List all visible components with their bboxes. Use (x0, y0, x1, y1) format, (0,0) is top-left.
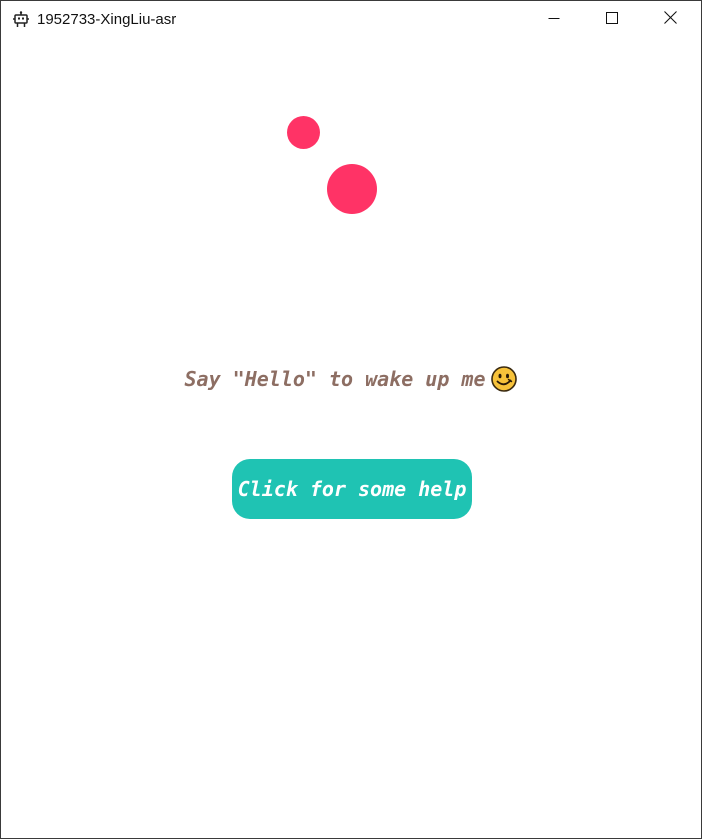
close-icon (663, 11, 677, 29)
minimize-icon (548, 11, 560, 29)
help-button[interactable]: Click for some help (232, 459, 472, 519)
maximize-icon (606, 11, 618, 29)
robot-icon (12, 11, 30, 29)
close-button[interactable] (641, 1, 699, 39)
animated-dot-small (287, 116, 320, 149)
app-window: 1952733-XingLiu-asr Say "Hello" to wake … (0, 0, 702, 839)
maximize-button[interactable] (583, 1, 641, 39)
animated-dot-large (327, 164, 377, 214)
minimize-button[interactable] (525, 1, 583, 39)
client-area: Say "Hello" to wake up me Click for some… (1, 39, 701, 838)
window-title: 1952733-XingLiu-asr (37, 11, 177, 28)
smiley-face-icon (490, 365, 518, 393)
title-bar[interactable]: 1952733-XingLiu-asr (1, 1, 701, 39)
wake-prompt: Say "Hello" to wake up me (1, 365, 701, 393)
wake-prompt-text: Say "Hello" to wake up me (184, 367, 486, 391)
